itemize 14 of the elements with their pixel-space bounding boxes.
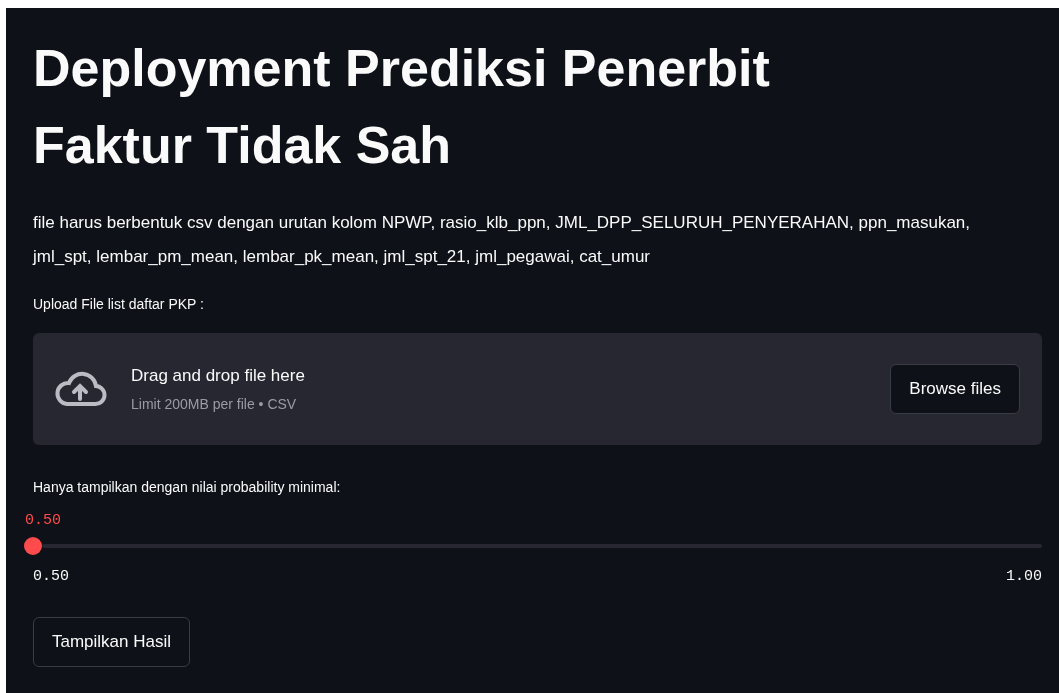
slider-label: Hanya tampilkan dengan nilai probability minimal: [33, 478, 342, 497]
upload-label: Upload File list daftar PKP : [33, 295, 205, 314]
drop-instruction: Drag and drop file here [131, 364, 305, 387]
show-results-button[interactable]: Tampilkan Hasil [33, 616, 191, 667]
slider-min-label: 0.50 [33, 567, 69, 587]
slider-value: 0.50 [25, 511, 61, 531]
page-title: Deployment Prediksi Penerbit Faktur Tidak Sah [33, 38, 771, 176]
drop-zone[interactable]: Drag and drop file here Limit 200MB per file • CSV Browse files [33, 333, 1042, 445]
description-text: file harus berbentuk csv dengan urutan kolom NPWP, rasio_klb_ppn, JML_DPP_SELURUH_PENYERAHAN, ppn_masukan, jml_spt, lembar_pm_mean, lembar_pk_mean, jml_spt_21, jml_pegawai, cat_umur [33, 212, 972, 268]
slider-max-label: 1.00 [1006, 567, 1042, 587]
slider-handle[interactable] [24, 537, 42, 555]
cloud-upload-icon [53, 371, 107, 407]
browse-files-button[interactable]: Browse files [890, 364, 1020, 414]
limit-text: Limit 200MB per file • CSV [131, 395, 298, 415]
